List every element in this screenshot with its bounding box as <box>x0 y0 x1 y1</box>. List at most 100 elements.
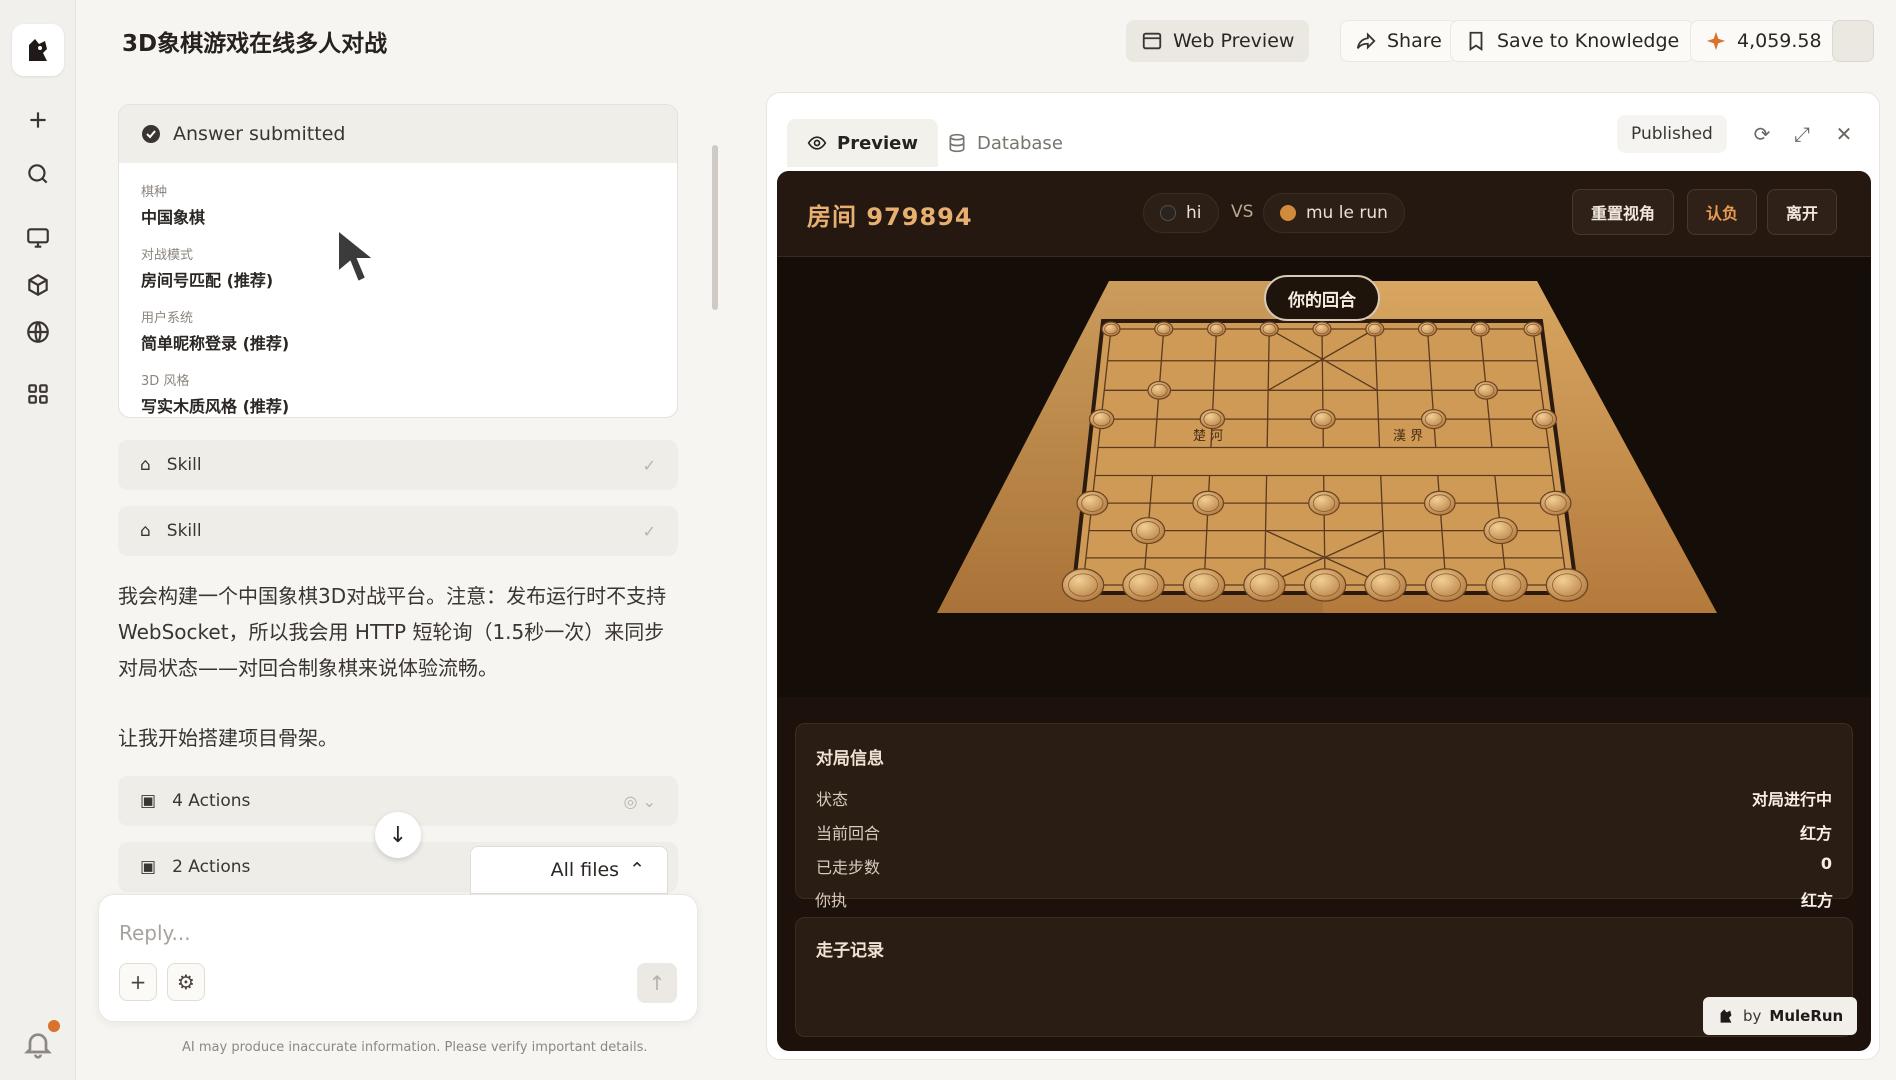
app-logo[interactable] <box>12 24 64 76</box>
red-piece-icon <box>1280 205 1296 221</box>
bell-icon[interactable] <box>22 1028 54 1060</box>
game-header: 房间 979894 hi VS mu le run 重置视角 认负 离开 <box>777 171 1871 257</box>
web-preview-button[interactable]: Web Preview <box>1126 20 1310 62</box>
actions-label: 4 Actions <box>172 791 251 811</box>
globe-icon <box>27 321 49 343</box>
chess-piece[interactable] <box>1076 490 1109 516</box>
made-by-badge[interactable]: by MuleRun <box>1703 997 1858 1035</box>
chess-piece[interactable] <box>1312 321 1332 337</box>
black-piece-icon <box>1160 205 1176 221</box>
chess-piece[interactable] <box>1243 568 1286 602</box>
tools-button[interactable]: ⚙ <box>167 963 205 1001</box>
chess-piece[interactable] <box>1192 490 1225 516</box>
answer-value: 中国象棋 <box>141 208 206 227</box>
chess-piece[interactable] <box>1147 380 1172 400</box>
chess-piece[interactable] <box>1206 321 1227 337</box>
tab-preview-label: Preview <box>837 132 919 154</box>
leave-button[interactable]: 离开 <box>1767 189 1838 235</box>
chess-piece[interactable] <box>1474 380 1498 400</box>
packages-button[interactable] <box>18 265 58 305</box>
credits-button[interactable]: 4,059.58 <box>1690 20 1837 62</box>
explore-button[interactable] <box>18 312 58 352</box>
mouse-cursor-icon <box>337 227 377 284</box>
chess-piece[interactable] <box>1088 409 1115 430</box>
send-button[interactable]: ↑ <box>637 963 677 1003</box>
info-row-status: 状态 对局进行中 <box>816 786 1832 810</box>
database-icon <box>949 133 965 153</box>
turn-badge: 你的回合 <box>1264 275 1380 321</box>
player-name: hi <box>1186 203 1202 223</box>
notification-dot <box>48 1020 60 1032</box>
vs-label: VS <box>1231 202 1254 222</box>
chess-piece[interactable] <box>1539 490 1572 516</box>
chess-piece[interactable] <box>1483 517 1518 545</box>
skill-row[interactable]: ⌂ Skill ✓ <box>118 440 678 490</box>
tab-preview[interactable]: Preview <box>787 119 939 167</box>
chess-piece[interactable] <box>1545 568 1589 602</box>
refresh-icon[interactable]: ⟳ <box>1747 119 1777 149</box>
web-preview-label: Web Preview <box>1173 30 1295 52</box>
reply-composer[interactable]: Reply... + ⚙ ↑ <box>98 894 698 1022</box>
page-title: 3D象棋游戏在线多人对战 <box>122 31 388 57</box>
reset-view-button[interactable]: 重置视角 <box>1572 189 1675 235</box>
answer-card-header[interactable]: Answer submitted <box>119 105 677 163</box>
apps-button[interactable] <box>18 374 58 414</box>
computer-button[interactable] <box>18 218 58 258</box>
chess-piece[interactable] <box>1061 568 1105 602</box>
new-chat-button[interactable] <box>18 100 58 140</box>
answer-list: 棋种 中国象棋 对战模式 房间号匹配 (推荐) 用户系统 简单昵称登录 (推荐)… <box>119 163 677 417</box>
grid-icon <box>28 384 48 404</box>
reply-input[interactable]: Reply... <box>119 921 191 945</box>
arrow-down-icon: ↓ <box>388 822 408 848</box>
board-scene[interactable]: 楚 河 漢 界 <box>777 257 1871 697</box>
chess-board-3d[interactable]: 楚 河 漢 界 <box>777 257 1871 697</box>
all-files-button[interactable]: All files ⌃ <box>470 846 668 894</box>
chess-piece[interactable] <box>1364 568 1407 602</box>
chess-piece[interactable] <box>1523 321 1543 337</box>
resign-button[interactable]: 认负 <box>1687 189 1758 235</box>
eye-icon <box>807 136 827 150</box>
tab-database[interactable]: Database <box>927 123 1083 163</box>
save-to-knowledge-label: Save to Knowledge <box>1497 30 1680 52</box>
search-button[interactable] <box>18 154 58 194</box>
actions-icon: ▣ <box>140 791 157 811</box>
answer-value: 写实木质风格 (推荐) <box>141 397 290 416</box>
chess-piece[interactable] <box>1424 568 1468 602</box>
check-icon: ✓ <box>642 521 656 541</box>
save-to-knowledge-button[interactable]: Save to Knowledge <box>1450 20 1695 62</box>
chess-piece[interactable] <box>1365 321 1385 337</box>
chess-piece[interactable] <box>1154 321 1174 337</box>
info-label: 当前回合 <box>816 824 881 843</box>
chess-piece[interactable] <box>1259 321 1279 337</box>
app-window: 3D象棋游戏在线多人对战 Web Preview Share Save to K… <box>0 0 1896 1080</box>
chess-piece[interactable] <box>1130 517 1166 545</box>
chess-piece[interactable] <box>1122 568 1165 602</box>
attach-button[interactable]: + <box>119 963 157 1001</box>
chess-piece[interactable] <box>1310 409 1336 430</box>
skill-row[interactable]: ⌂ Skill ✓ <box>118 506 678 556</box>
chess-piece[interactable] <box>1485 568 1528 602</box>
chess-piece[interactable] <box>1199 409 1226 430</box>
chess-piece[interactable] <box>1470 321 1490 337</box>
user-avatar[interactable] <box>1832 20 1874 62</box>
chess-piece[interactable] <box>1417 321 1438 337</box>
game-info-title: 对局信息 <box>816 749 884 769</box>
chess-piece[interactable] <box>1303 568 1347 602</box>
chess-piece[interactable] <box>1423 490 1456 516</box>
info-value: 红方 <box>1800 891 1833 910</box>
arrow-up-icon: ↑ <box>648 971 666 995</box>
logo-icon <box>29 39 47 61</box>
chess-piece[interactable] <box>1101 321 1121 337</box>
close-icon[interactable]: ✕ <box>1829 119 1859 149</box>
chess-piece[interactable] <box>1308 490 1340 516</box>
chess-piece[interactable] <box>1420 409 1447 430</box>
answer-value: 简单昵称登录 (推荐) <box>141 334 290 353</box>
scroll-down-button[interactable]: ↓ <box>375 812 421 858</box>
chat-scrollbar[interactable] <box>712 145 718 310</box>
search-icon <box>28 164 48 184</box>
share-button[interactable]: Share <box>1340 20 1457 62</box>
chess-piece[interactable] <box>1182 568 1226 602</box>
chess-piece[interactable] <box>1531 409 1558 430</box>
published-badge[interactable]: Published <box>1617 115 1727 153</box>
expand-icon[interactable]: ⤢ <box>1787 119 1817 149</box>
